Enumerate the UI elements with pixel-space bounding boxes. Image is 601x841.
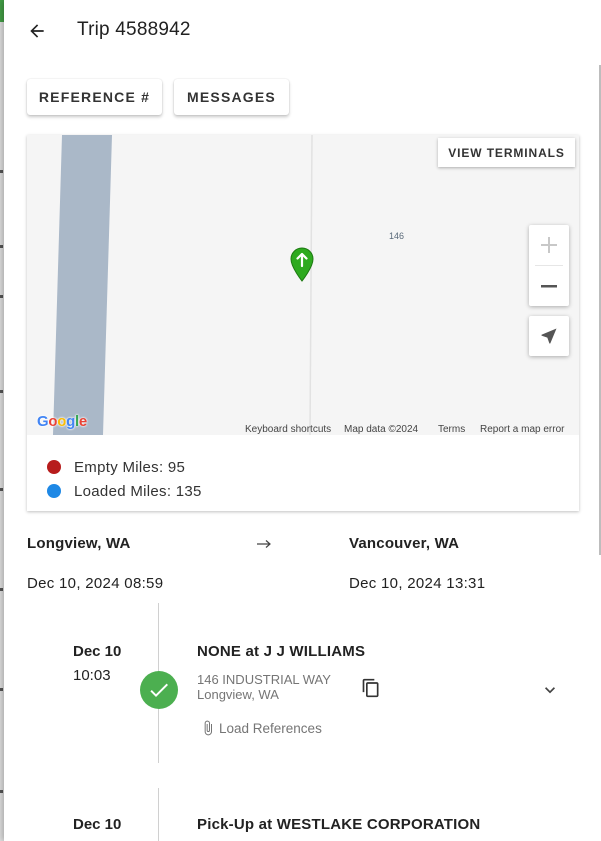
timeline-connector xyxy=(158,788,159,841)
chevron-down-icon xyxy=(545,687,555,694)
map-terrain xyxy=(53,135,313,435)
legend-empty-miles: Empty Miles: 95 xyxy=(47,455,202,479)
stop-address-line2: Longview, WA xyxy=(197,687,279,702)
stop-date: Dec 10 xyxy=(73,816,122,833)
back-button[interactable] xyxy=(22,16,52,46)
zoom-in-button[interactable] xyxy=(529,225,569,265)
keyboard-shortcuts-link[interactable]: Keyboard shortcuts xyxy=(245,424,331,435)
background-mark xyxy=(0,170,3,173)
background-mark xyxy=(0,245,3,248)
stop-address-line1: 146 INDUSTRIAL WAY xyxy=(197,672,331,687)
background-mark xyxy=(0,790,3,793)
load-references-label: Load References xyxy=(219,720,322,736)
route-arrow-icon xyxy=(257,540,271,548)
miles-legend: Empty Miles: 95 Loaded Miles: 135 xyxy=(47,455,202,503)
copy-address-button[interactable] xyxy=(361,678,381,703)
minus-icon xyxy=(541,285,557,288)
map-data-attribution: Map data ©2024 xyxy=(344,424,419,435)
loaded-miles-dot-icon xyxy=(47,484,61,498)
origin-datetime: Dec 10, 2024 08:59 xyxy=(27,575,164,592)
background-mark xyxy=(0,588,3,591)
background-mark xyxy=(0,295,3,298)
view-terminals-button[interactable]: VIEW TERMINALS xyxy=(438,138,575,167)
reference-button[interactable]: REFERENCE # xyxy=(27,79,162,115)
messages-button[interactable]: MESSAGES xyxy=(174,79,289,115)
paperclip-icon xyxy=(204,720,212,736)
zoom-controls xyxy=(529,225,569,306)
stop-address: 146 INDUSTRIAL WAY Longview, WA xyxy=(197,672,331,702)
background-mark xyxy=(0,390,3,393)
destination-datetime: Dec 10, 2024 13:31 xyxy=(349,575,486,592)
navigation-arrow-icon xyxy=(541,328,557,344)
legend-loaded-miles: Loaded Miles: 135 xyxy=(47,479,202,503)
map-marker-icon[interactable] xyxy=(289,247,315,283)
trip-detail-drawer: Trip 4588942 REFERENCE # MESSAGES 146 VI… xyxy=(4,0,601,841)
stop-title: Pick-Up at WESTLAKE CORPORATION xyxy=(197,816,481,833)
report-map-error-link[interactable]: Report a map error xyxy=(480,424,564,435)
loaded-miles-label: Loaded Miles: 135 xyxy=(74,482,202,500)
stop-title: NONE at J J WILLIAMS xyxy=(197,643,366,660)
stop-completed-badge xyxy=(140,671,178,709)
empty-miles-dot-icon xyxy=(47,460,61,474)
my-location-button[interactable] xyxy=(529,316,569,356)
trip-map[interactable]: 146 VIEW TERMINALS Google Keyboard short… xyxy=(27,135,579,435)
zoom-out-button[interactable] xyxy=(529,266,569,306)
drawer-header: Trip 4588942 xyxy=(4,0,601,64)
arrow-back-icon xyxy=(30,24,44,38)
road-number-label: 146 xyxy=(389,231,405,241)
load-references-link[interactable]: Load References xyxy=(200,718,322,738)
page-title: Trip 4588942 xyxy=(77,19,191,40)
stop-time: 10:03 xyxy=(73,667,111,684)
expand-stop-button[interactable] xyxy=(540,680,560,705)
origin-city: Longview, WA xyxy=(27,535,131,552)
google-logo: Google xyxy=(37,413,87,430)
background-mark xyxy=(0,688,3,691)
destination-city: Vancouver, WA xyxy=(349,535,460,552)
terms-link[interactable]: Terms xyxy=(438,424,465,435)
plus-icon xyxy=(541,237,557,253)
check-icon xyxy=(150,683,168,697)
empty-miles-label: Empty Miles: 95 xyxy=(74,458,186,476)
map-card: 146 VIEW TERMINALS Google Keyboard short… xyxy=(27,135,579,511)
copy-icon xyxy=(362,678,379,698)
background-mark xyxy=(0,488,3,491)
stop-date: Dec 10 xyxy=(73,643,122,660)
